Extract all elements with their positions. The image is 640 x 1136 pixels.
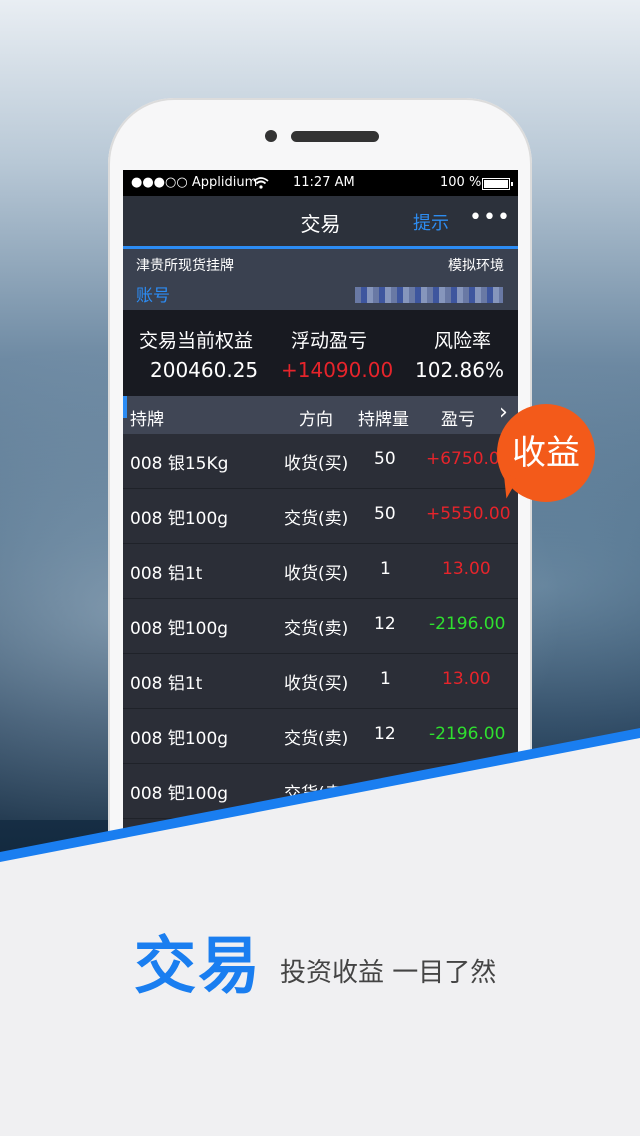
caption-subtitle: 投资收益 一目了然: [280, 958, 497, 988]
caption-title: 交易: [134, 929, 263, 1002]
